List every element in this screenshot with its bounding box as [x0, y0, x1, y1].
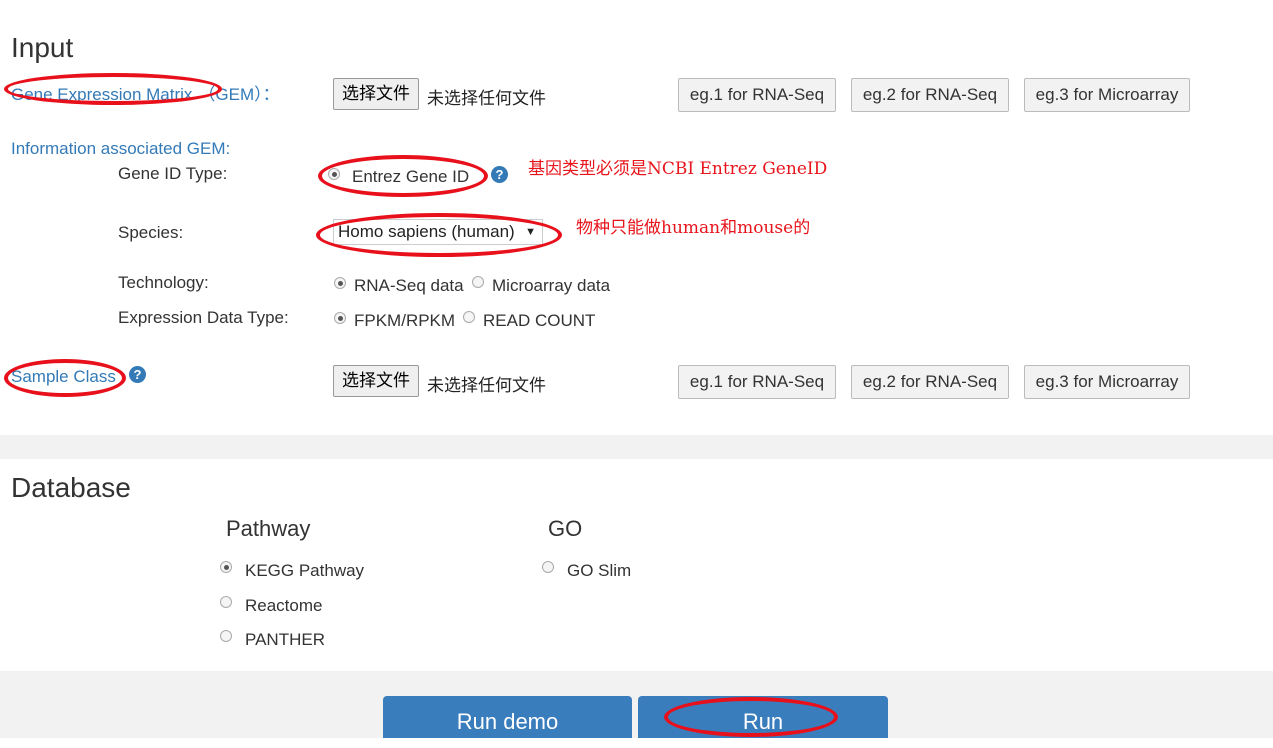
gem-example-1-button[interactable]: eg.1 for RNA-Seq [678, 78, 836, 112]
technology-microarray-radio[interactable] [472, 276, 484, 288]
sample-example-1-button[interactable]: eg.1 for RNA-Seq [678, 365, 836, 399]
expression-readcount-radio[interactable] [463, 311, 475, 323]
gem-example-3-button[interactable]: eg.3 for Microarray [1024, 78, 1190, 112]
expression-readcount-label: READ COUNT [483, 311, 596, 330]
annotation-circle-species [316, 213, 562, 257]
technology-rnaseq-radio[interactable] [334, 277, 346, 289]
pathway-kegg-label: KEGG Pathway [245, 561, 365, 580]
action-bar [0, 671, 1273, 738]
input-section-title: Input [11, 32, 74, 63]
pathway-panther-radio[interactable] [220, 630, 232, 642]
annotation-species-note: 物种只能做human和mouse的 [576, 218, 811, 238]
expression-type-label: Expression Data Type: [118, 308, 289, 327]
sample-class-help-icon[interactable]: ? [129, 366, 146, 383]
annotation-circle-gene-id [318, 155, 488, 197]
technology-rnaseq-label: RNA-Seq data [354, 276, 464, 295]
annotation-circle-gem [4, 73, 222, 105]
run-demo-button[interactable]: Run demo [383, 696, 632, 738]
gem-no-file-text: 未选择任何文件 [427, 89, 546, 108]
go-slim-label: GO Slim [567, 561, 632, 580]
go-slim-radio[interactable] [542, 561, 554, 573]
gem-file-button[interactable]: 选择文件 [333, 78, 419, 110]
pathway-title: Pathway [226, 516, 311, 541]
pathway-reactome-radio[interactable] [220, 596, 232, 608]
annotation-gene-id-note: 基因类型必须是NCBI Entrez GeneID [528, 159, 828, 179]
pathway-kegg-radio[interactable] [220, 561, 232, 573]
gene-id-type-label: Gene ID Type: [118, 164, 228, 183]
sample-example-2-button[interactable]: eg.2 for RNA-Seq [851, 365, 1009, 399]
sample-file-button[interactable]: 选择文件 [333, 365, 419, 397]
gene-id-help-icon[interactable]: ? [491, 166, 508, 183]
species-label: Species: [118, 223, 184, 242]
section-divider [0, 435, 1273, 459]
sample-no-file-text: 未选择任何文件 [427, 376, 546, 395]
annotation-circle-run [664, 697, 838, 737]
pathway-reactome-label: Reactome [245, 596, 323, 615]
sample-example-3-button[interactable]: eg.3 for Microarray [1024, 365, 1190, 399]
expression-fpkm-label: FPKM/RPKM [354, 311, 456, 330]
gem-example-2-button[interactable]: eg.2 for RNA-Seq [851, 78, 1009, 112]
technology-label: Technology: [118, 273, 209, 292]
database-section-title: Database [11, 472, 131, 503]
pathway-panther-label: PANTHER [245, 630, 325, 649]
expression-fpkm-radio[interactable] [334, 312, 346, 324]
technology-microarray-label: Microarray data [492, 276, 611, 295]
go-title: GO [548, 516, 583, 541]
info-associated-label: Information associated GEM: [11, 139, 231, 158]
annotation-circle-sample-class [4, 359, 126, 397]
